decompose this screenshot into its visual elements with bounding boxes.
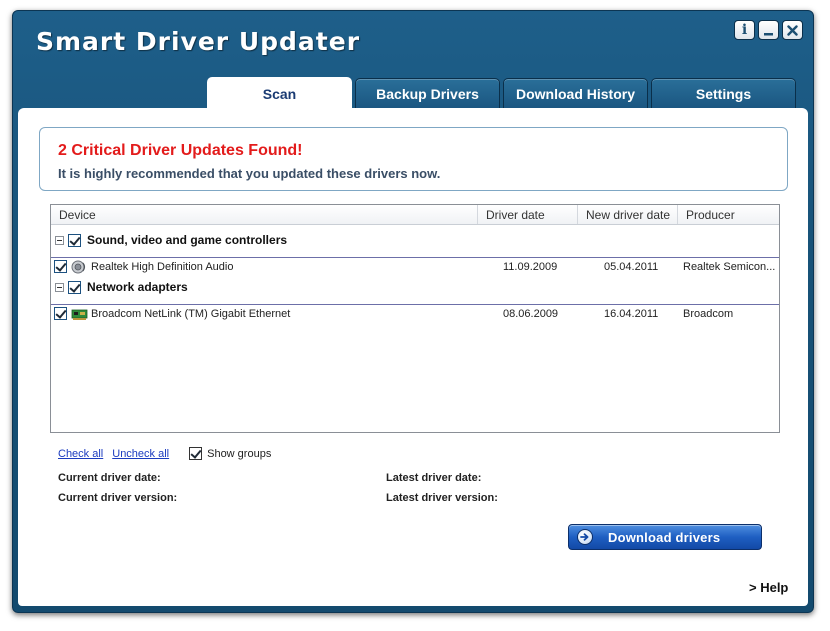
device-name: Broadcom NetLink (TM) Gigabit Ethernet [91,308,291,320]
network-card-icon [71,304,88,324]
speaker-icon [71,257,88,277]
alert-title: 2 Critical Driver Updates Found! [58,142,303,159]
uncheck-all-link[interactable]: Uncheck all [112,448,169,460]
window-controls: i [734,20,803,40]
info-icon: i [741,22,748,38]
drivers-grid: Device Driver date New driver date Produ… [50,204,780,433]
alert-subtitle: It is highly recommended that you update… [58,166,441,181]
check-all-link[interactable]: Check all [58,448,103,460]
device-name: Realtek High Definition Audio [91,261,234,273]
close-icon [787,24,798,36]
selection-links: Check all Uncheck all Show groups [58,447,271,460]
tab-settings[interactable]: Settings [651,78,796,109]
scan-panel: 2 Critical Driver Updates Found! It is h… [18,108,808,606]
info-button[interactable]: i [734,20,755,40]
table-row[interactable]: Broadcom NetLink (TM) Gigabit Ethernet 0… [51,304,779,324]
close-button[interactable] [782,20,803,40]
new-driver-date: 05.04.2011 [604,261,659,273]
group-row-sound[interactable]: Sound, video and game controllers [51,229,779,251]
tab-backup-drivers[interactable]: Backup Drivers [355,78,500,109]
table-row[interactable]: Realtek High Definition Audio 11.09.2009… [51,257,779,277]
column-header-producer[interactable]: Producer [678,205,779,224]
tab-download-history[interactable]: Download History [503,78,648,109]
driver-date: 11.09.2009 [503,261,558,273]
help-link[interactable]: > Help [749,580,788,595]
download-drivers-button[interactable]: Download drivers [568,524,762,550]
download-drivers-label: Download drivers [608,529,721,545]
minimize-icon [764,32,773,35]
collapse-icon[interactable] [55,282,64,292]
tab-bar: Scan Backup Drivers Download History Set… [207,77,799,109]
alert-box: 2 Critical Driver Updates Found! It is h… [39,127,788,191]
group-label: Sound, video and game controllers [87,233,288,247]
app-title: Smart Driver Updater [36,27,361,56]
tab-scan[interactable]: Scan [207,77,352,109]
row-checkbox[interactable] [54,307,67,320]
group-checkbox-sound[interactable] [68,233,81,247]
latest-driver-date-label: Latest driver date: [386,472,482,484]
latest-driver-version-label: Latest driver version: [386,492,498,504]
current-driver-version-label: Current driver version: [58,492,178,504]
producer: Realtek Semicon... [683,261,776,273]
group-checkbox-network[interactable] [68,280,81,294]
minimize-button[interactable] [758,20,779,40]
column-header-device[interactable]: Device [51,205,478,224]
current-driver-date-label: Current driver date: [58,472,161,484]
show-groups-label: Show groups [207,447,272,460]
new-driver-date: 16.04.2011 [604,308,659,320]
driver-date: 08.06.2009 [503,308,559,320]
column-header-new-driver-date[interactable]: New driver date [578,205,678,224]
column-header-driver-date[interactable]: Driver date [478,205,578,224]
group-row-network[interactable]: Network adapters [51,276,779,298]
arrow-right-icon [577,529,593,545]
collapse-icon[interactable] [55,235,64,245]
group-label: Network adapters [87,280,188,294]
grid-header: Device Driver date New driver date Produ… [51,205,779,225]
show-groups-toggle[interactable]: Show groups [189,447,271,460]
producer: Broadcom [683,308,734,320]
show-groups-checkbox[interactable] [189,447,203,460]
app-window: Smart Driver Updater i Scan Backup Drive… [12,10,814,613]
row-checkbox[interactable] [54,260,67,273]
